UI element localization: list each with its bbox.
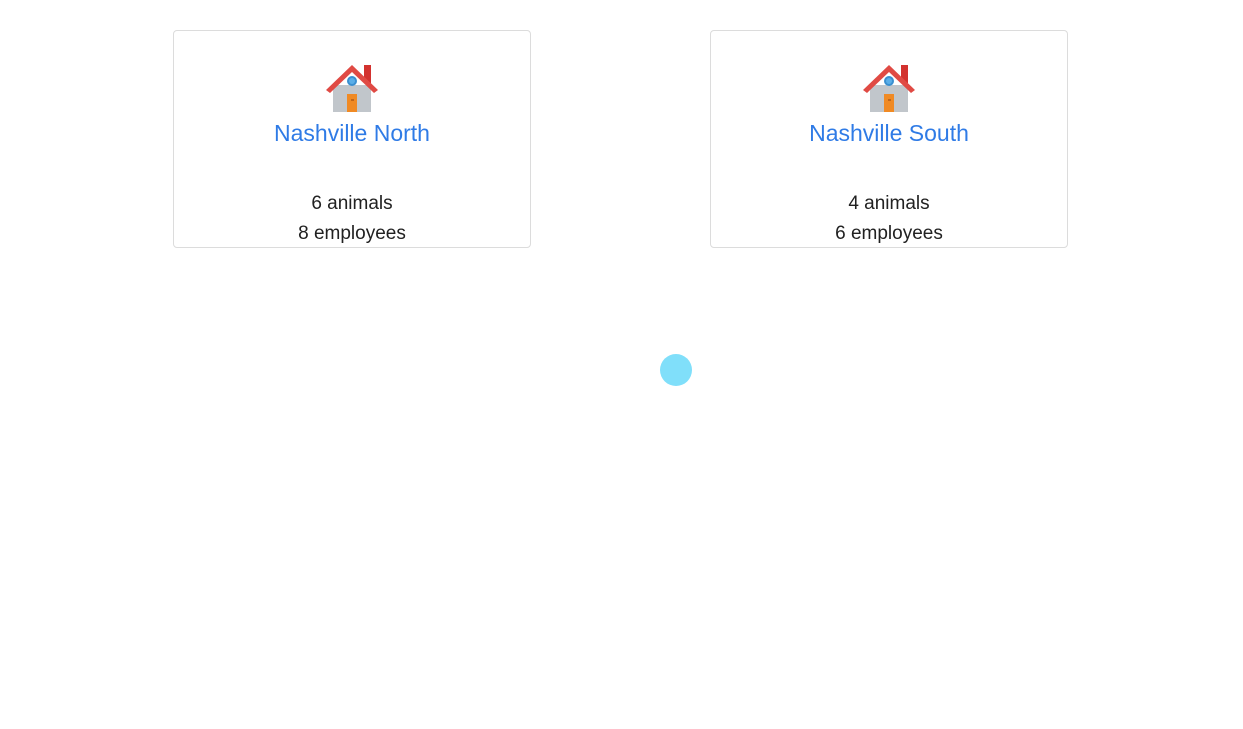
location-name-link[interactable]: Nashville South [711, 120, 1067, 147]
page: Nashville North 6 animals 8 employees Na… [0, 0, 1243, 729]
location-name-link[interactable]: Nashville North [174, 120, 530, 147]
employee-count: 6 employees [835, 223, 943, 244]
house-icon [326, 65, 378, 112]
animal-count: 4 animals [848, 193, 930, 214]
house-icon [863, 65, 915, 112]
animal-count: 6 animals [311, 193, 393, 214]
location-card-nashville-south: Nashville South 4 animals 6 employees [710, 30, 1068, 248]
employee-count: 8 employees [298, 223, 406, 244]
cursor-indicator [660, 354, 692, 386]
location-card-nashville-north: Nashville North 6 animals 8 employees [173, 30, 531, 248]
